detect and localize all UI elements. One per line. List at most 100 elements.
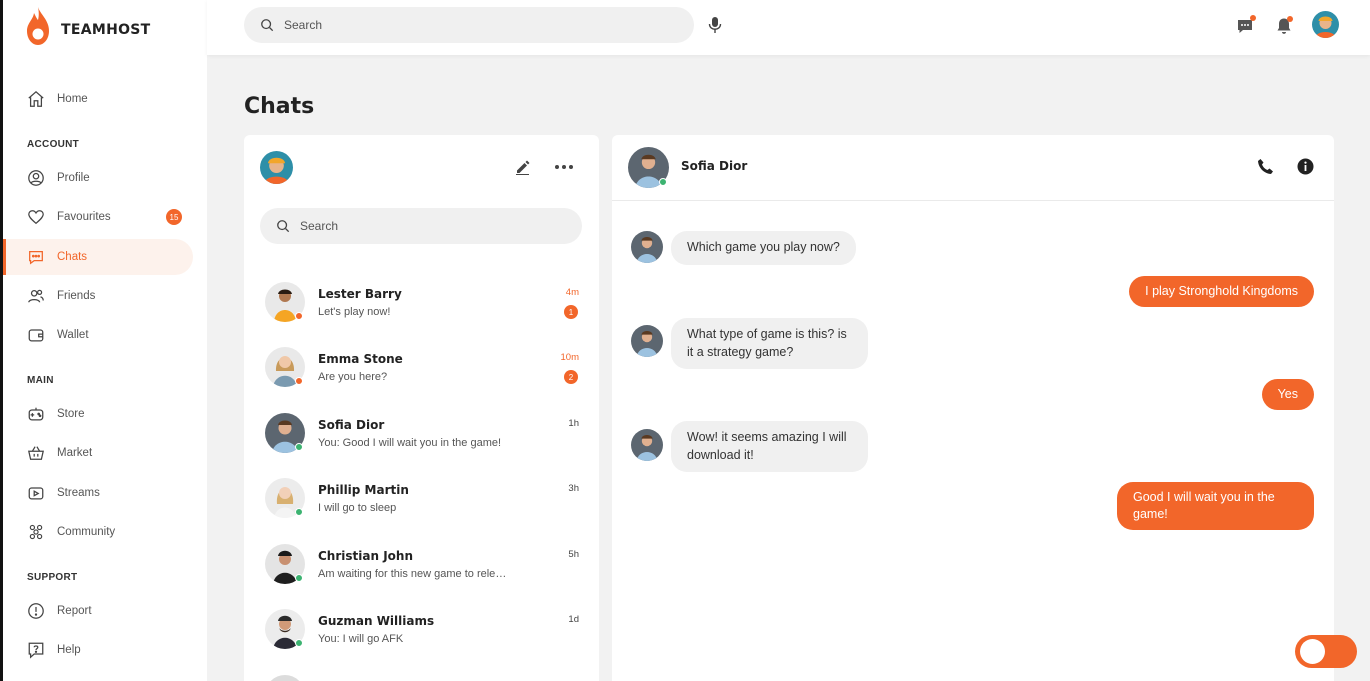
nav-friends[interactable]: Friends <box>3 278 193 314</box>
contact-avatar-partial <box>265 675 305 681</box>
message-sender-avatar <box>631 429 663 461</box>
sender-avatar-image <box>631 231 663 263</box>
notifications-button[interactable] <box>1272 14 1296 38</box>
chat-search-input[interactable]: Search <box>260 208 582 244</box>
contact-time: 3h <box>568 483 579 494</box>
my-avatar-image <box>260 151 293 184</box>
my-avatar[interactable] <box>260 151 293 184</box>
nav-market[interactable]: Market <box>3 435 193 471</box>
contact-name: Phillip Martin <box>318 483 409 497</box>
page-title: Chats <box>244 94 315 119</box>
nav-report-label: Report <box>57 605 92 617</box>
nav-chats-label: Chats <box>57 251 88 263</box>
nav-favourites[interactable]: Favourites 15 <box>3 199 193 235</box>
contact-name: Lester Barry <box>318 287 402 301</box>
contact-row[interactable]: Sofia Dior You: Good I will wait you in … <box>244 406 599 462</box>
outgoing-message-bubble: Yes <box>1261 379 1314 410</box>
contact-row[interactable]: Emma Stone Are you here? 10m 2 <box>244 340 599 396</box>
nav-store-label: Store <box>57 408 85 420</box>
incoming-message-bubble: Which game you play now? <box>671 231 856 265</box>
incoming-message-bubble: Wow! it seems amazing I will download it… <box>671 421 868 472</box>
voice-search-button[interactable] <box>704 14 726 36</box>
contact-name: Sofia Dior <box>318 418 385 432</box>
unread-count-badge: 2 <box>564 370 578 384</box>
chat-window: Sofia Dior Which game you play now? I pl… <box>612 135 1334 681</box>
nav-wallet-label: Wallet <box>57 329 89 341</box>
contact-name: Christian John <box>318 549 413 563</box>
nav-report[interactable]: Report <box>3 593 193 629</box>
user-avatar[interactable] <box>1312 11 1339 38</box>
flame-logo-icon <box>27 7 49 45</box>
help-icon <box>28 642 44 659</box>
contact-name: Emma Stone <box>318 352 403 366</box>
phone-icon <box>1257 158 1273 174</box>
chat-list-more-button[interactable] <box>552 157 576 177</box>
user-circle-icon <box>28 170 44 186</box>
new-chat-button[interactable] <box>512 157 532 177</box>
contact-time: 5h <box>568 549 579 560</box>
status-online-indicator <box>659 178 667 186</box>
section-account: ACCOUNT <box>27 139 80 150</box>
favourites-count-badge: 15 <box>166 209 182 225</box>
contact-time: 4m <box>565 287 579 298</box>
chat-bubble-icon <box>29 250 43 265</box>
nav-streams-label: Streams <box>57 487 100 499</box>
pencil-icon <box>515 160 529 175</box>
search-icon <box>261 19 274 32</box>
unread-count-badge: 1 <box>564 305 578 319</box>
basket-icon <box>28 446 44 460</box>
nav-streams[interactable]: Streams <box>3 475 193 511</box>
nav-community[interactable]: Community <box>3 514 193 550</box>
nav-market-label: Market <box>57 447 93 459</box>
theme-toggle-switch[interactable] <box>1295 635 1357 668</box>
nav-chats[interactable]: Chats <box>3 239 193 275</box>
contact-time: 10m <box>560 352 579 363</box>
contact-row[interactable]: Lester Barry Let's play now! 4m 1 <box>244 275 599 331</box>
message-sender-avatar <box>631 231 663 263</box>
status-away-indicator <box>295 312 303 320</box>
status-online-indicator <box>295 443 303 451</box>
more-horizontal-icon <box>555 165 573 169</box>
nav-help[interactable]: Help <box>3 632 193 668</box>
conversation-contact-name: Sofia Dior <box>681 159 748 173</box>
wallet-icon <box>28 329 44 342</box>
incoming-message-bubble: What type of game is this? is it a strat… <box>671 318 868 369</box>
contact-last-message: You: Good I will wait you in the game! <box>318 437 502 449</box>
nav-home[interactable]: Home <box>3 81 193 117</box>
messages-button[interactable] <box>1233 14 1257 38</box>
status-away-indicator <box>295 377 303 385</box>
status-online-indicator <box>295 574 303 582</box>
nav-wallet[interactable]: Wallet <box>3 317 193 353</box>
contact-row[interactable]: Phillip Martin I will go to sleep 3h <box>244 471 599 527</box>
contact-last-message: I will go to sleep <box>318 502 397 514</box>
search-icon <box>277 220 290 233</box>
info-icon <box>1297 158 1313 174</box>
status-online-indicator <box>295 639 303 647</box>
community-icon <box>29 524 43 540</box>
conversation-info-button[interactable] <box>1294 155 1316 177</box>
contact-row[interactable]: Christian John Am waiting for this new g… <box>244 537 599 593</box>
contact-last-message: Are you here? <box>318 371 388 383</box>
section-support: SUPPORT <box>27 572 78 583</box>
message-sender-avatar <box>631 325 663 357</box>
sender-avatar-image <box>631 429 663 461</box>
notifications-unread-dot <box>1287 16 1293 22</box>
friends-icon <box>28 289 44 303</box>
sidebar: TEAMHOST Home ACCOUNT Profile Favourites… <box>0 0 207 681</box>
brand-logo[interactable]: TEAMHOST <box>25 6 151 46</box>
nav-store[interactable]: Store <box>3 396 193 432</box>
toggle-knob <box>1300 639 1325 664</box>
contact-row[interactable]: Guzman Williams You: I will go AFK 1d <box>244 602 599 658</box>
chat-search-placeholder: Search <box>300 219 339 233</box>
nav-favourites-label: Favourites <box>57 211 111 223</box>
brand-name: TEAMHOST <box>61 22 151 38</box>
home-icon <box>28 90 44 107</box>
messages-unread-dot <box>1250 15 1256 21</box>
global-search-input[interactable]: Search <box>244 7 694 43</box>
contact-name: Guzman Williams <box>318 614 435 628</box>
nav-profile[interactable]: Profile <box>3 160 193 196</box>
section-main: MAIN <box>27 375 54 386</box>
contact-last-message: Am waiting for this new game to release <box>318 568 508 580</box>
sender-avatar-image <box>631 325 663 357</box>
call-button[interactable] <box>1254 155 1276 177</box>
